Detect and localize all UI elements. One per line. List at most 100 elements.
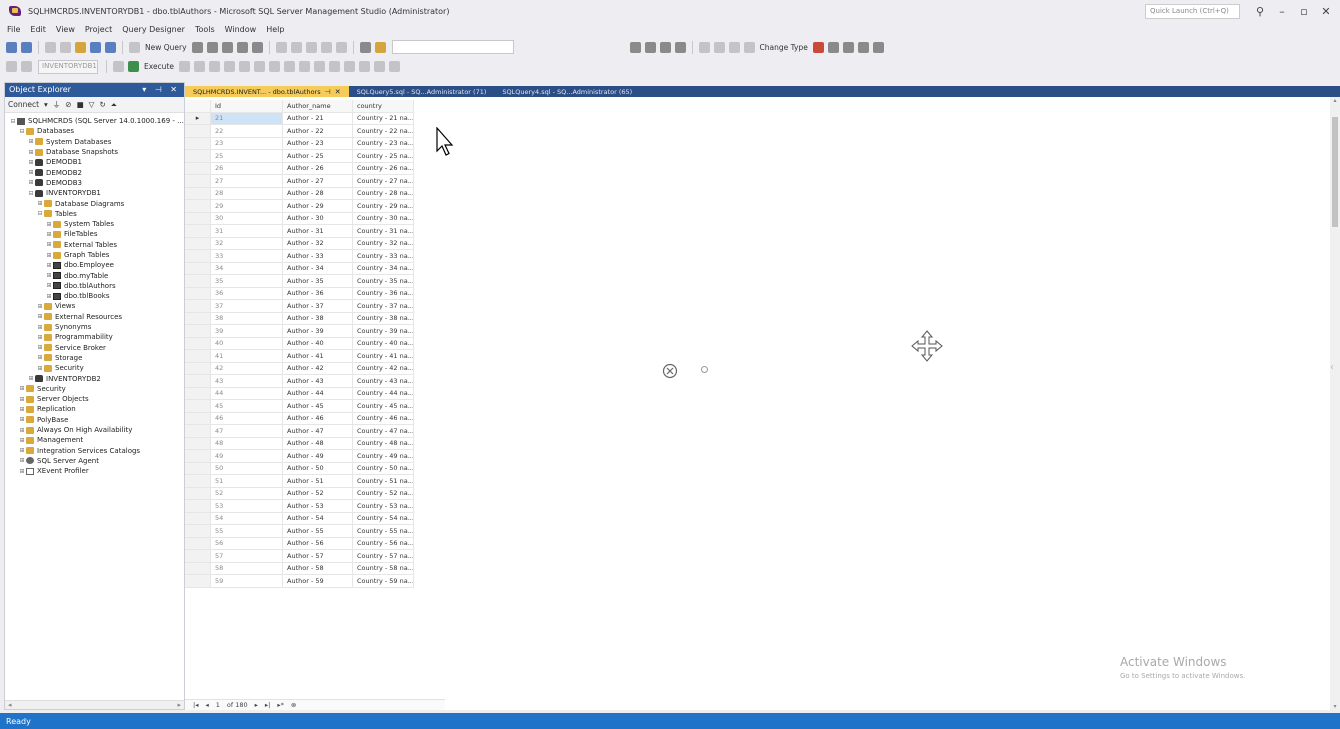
- grid-cell[interactable]: 30: [211, 212, 283, 225]
- grid-cell[interactable]: 26: [211, 162, 283, 175]
- table-row[interactable]: 42 Author - 42 Country - 42 na...: [185, 362, 414, 375]
- row-selector[interactable]: [185, 537, 211, 550]
- table-row[interactable]: 50 Author - 50 Country - 50 na...: [185, 462, 414, 475]
- expand-icon[interactable]: ⊞: [36, 200, 44, 207]
- paste-icon[interactable]: [305, 41, 317, 53]
- estimated-plan-icon[interactable]: [209, 61, 220, 72]
- verify-sql-icon[interactable]: [827, 41, 839, 53]
- expand-icon[interactable]: ⊞: [36, 334, 44, 341]
- grid-cell[interactable]: Country - 38 na...: [353, 312, 414, 325]
- uncomment-icon[interactable]: [359, 61, 370, 72]
- tree-node[interactable]: ⊞ External Resources: [5, 312, 184, 322]
- first-record-icon[interactable]: |◂: [193, 701, 198, 709]
- expand-icon[interactable]: ⊞: [45, 252, 53, 259]
- grid-cell[interactable]: Author - 49: [283, 450, 353, 463]
- execute-icon[interactable]: [128, 61, 139, 72]
- row-selector[interactable]: [185, 250, 211, 263]
- find-dropdown[interactable]: [391, 40, 514, 54]
- cut-icon[interactable]: [275, 41, 287, 53]
- back-icon[interactable]: [6, 41, 17, 53]
- grid-cell[interactable]: 44: [211, 387, 283, 400]
- grid-cell[interactable]: Author - 54: [283, 512, 353, 525]
- stop-icon[interactable]: ■: [77, 100, 84, 109]
- table-row[interactable]: 28 Author - 28 Country - 28 na...: [185, 187, 414, 200]
- grid-cell[interactable]: Author - 27: [283, 175, 353, 188]
- expand-icon[interactable]: ⊞: [45, 221, 53, 228]
- document-tab[interactable]: SQLQuery4.sql - SQ...Administrator (65): [494, 86, 640, 97]
- grid-cell[interactable]: Country - 50 na...: [353, 462, 414, 475]
- expand-icon[interactable]: ⊞: [45, 231, 53, 238]
- minimize-button[interactable]: –: [1274, 5, 1290, 18]
- grid-cell[interactable]: 46: [211, 412, 283, 425]
- grid-cell[interactable]: 28: [211, 187, 283, 200]
- column-header[interactable]: country: [353, 100, 414, 113]
- tree-node[interactable]: ⊟ Databases: [5, 126, 184, 136]
- grid-cell[interactable]: Author - 59: [283, 575, 353, 588]
- table-row[interactable]: 57 Author - 57 Country - 57 na...: [185, 550, 414, 563]
- expand-icon[interactable]: ⊞: [27, 138, 35, 145]
- tree-node[interactable]: ⊞ SQL Server Agent: [5, 456, 184, 466]
- tree-node[interactable]: ⊞ Storage: [5, 353, 184, 363]
- show-diagram-pane-icon[interactable]: [698, 41, 710, 53]
- row-selector[interactable]: [185, 487, 211, 500]
- grid-cell[interactable]: 40: [211, 337, 283, 350]
- grid-cell[interactable]: Country - 25 na...: [353, 150, 414, 163]
- column-header[interactable]: Author_name: [283, 100, 353, 113]
- row-selector[interactable]: [185, 237, 211, 250]
- grid-cell[interactable]: Author - 53: [283, 500, 353, 513]
- grid-cell[interactable]: Country - 28 na...: [353, 187, 414, 200]
- grid-cell[interactable]: 29: [211, 200, 283, 213]
- grid-cell[interactable]: Country - 41 na...: [353, 350, 414, 363]
- table-row[interactable]: 35 Author - 35 Country - 35 na...: [185, 275, 414, 288]
- row-selector[interactable]: [185, 412, 211, 425]
- table-row[interactable]: 34 Author - 34 Country - 34 na...: [185, 262, 414, 275]
- grid-cell[interactable]: Author - 44: [283, 387, 353, 400]
- grid-cell[interactable]: 38: [211, 312, 283, 325]
- grid-cell[interactable]: 27: [211, 175, 283, 188]
- dmx-query-icon[interactable]: [236, 41, 248, 53]
- table-row[interactable]: 58 Author - 58 Country - 58 na...: [185, 562, 414, 575]
- grid-cell[interactable]: Country - 42 na...: [353, 362, 414, 375]
- grid-cell[interactable]: 51: [211, 475, 283, 488]
- results-file-icon[interactable]: [329, 61, 340, 72]
- tree-node[interactable]: ⊞ Always On High Availability: [5, 425, 184, 435]
- table-row[interactable]: 46 Author - 46 Country - 46 na...: [185, 412, 414, 425]
- tree-node[interactable]: ⊞ XEvent Profiler: [5, 466, 184, 476]
- grid-cell[interactable]: Country - 31 na...: [353, 225, 414, 238]
- tree-node[interactable]: ⊞ DEMODB3: [5, 178, 184, 188]
- menu-help[interactable]: Help: [261, 25, 289, 34]
- grid-cell[interactable]: Author - 42: [283, 362, 353, 375]
- expand-icon[interactable]: ⊞: [18, 427, 26, 434]
- row-selector[interactable]: [185, 162, 211, 175]
- grid-cell[interactable]: Author - 51: [283, 475, 353, 488]
- row-selector[interactable]: [185, 262, 211, 275]
- expand-icon[interactable]: ⊞: [36, 354, 44, 361]
- grid-cell[interactable]: Author - 26: [283, 162, 353, 175]
- expand-icon[interactable]: ⊞: [27, 179, 35, 186]
- table-row[interactable]: 26 Author - 26 Country - 26 na...: [185, 162, 414, 175]
- table-row[interactable]: 33 Author - 33 Country - 33 na...: [185, 250, 414, 263]
- tree-node[interactable]: ⊞ Integration Services Catalogs: [5, 446, 184, 456]
- expand-icon[interactable]: ⊞: [36, 313, 44, 320]
- include-plan-icon[interactable]: [254, 61, 265, 72]
- expand-icon[interactable]: ⊞: [18, 437, 26, 444]
- grid-cell[interactable]: Author - 50: [283, 462, 353, 475]
- tree-node[interactable]: ⊞ Graph Tables: [5, 250, 184, 260]
- table-row[interactable]: 55 Author - 55 Country - 55 na...: [185, 525, 414, 538]
- expand-icon[interactable]: ⊞: [18, 385, 26, 392]
- row-selector[interactable]: [185, 200, 211, 213]
- panel-pin-close-icons[interactable]: ▾ ⊣ ✕: [142, 85, 180, 95]
- expand-icon[interactable]: ⊞: [27, 169, 35, 176]
- activity-monitor-icon[interactable]: ⏶: [111, 100, 117, 110]
- row-selector[interactable]: [185, 475, 211, 488]
- live-stats-icon[interactable]: [269, 61, 280, 72]
- row-selector[interactable]: [185, 275, 211, 288]
- grid-cell[interactable]: Author - 25: [283, 150, 353, 163]
- results-icon[interactable]: [113, 61, 124, 72]
- expand-icon[interactable]: ⊞: [36, 344, 44, 351]
- parse-icon[interactable]: [194, 61, 205, 72]
- new-record-icon[interactable]: ▸*: [277, 701, 284, 709]
- menu-view[interactable]: View: [51, 25, 80, 34]
- table-row[interactable]: 36 Author - 36 Country - 36 na...: [185, 287, 414, 300]
- find-icon[interactable]: [374, 41, 386, 53]
